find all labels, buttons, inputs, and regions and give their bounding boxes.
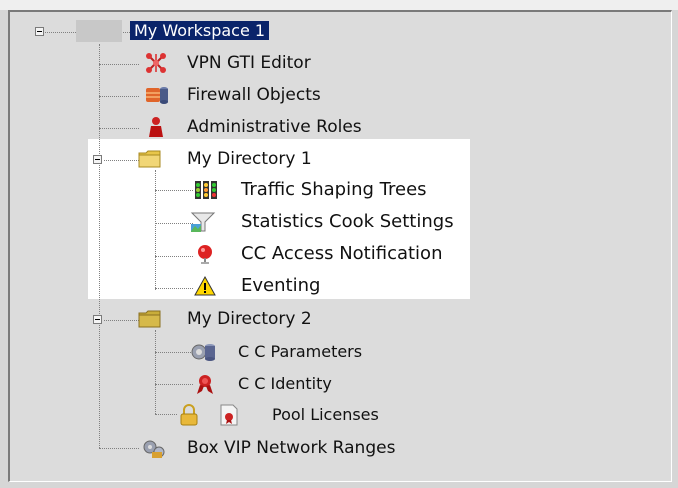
funnel-icon — [190, 211, 216, 233]
tree-item-vpn-gti-editor[interactable]: VPN GTI Editor — [187, 52, 311, 74]
firewall-objects-icon — [145, 84, 168, 106]
tree-item-cc-parameters[interactable]: C C Parameters — [238, 341, 362, 363]
tree-connector-line — [155, 330, 156, 414]
tree-item-cc-identity[interactable]: C C Identity — [238, 373, 332, 395]
traffic-light-icon — [194, 179, 217, 201]
tree-connector-line — [155, 288, 193, 289]
tree-item-statistics-cook-settings[interactable]: Statistics Cook Settings — [241, 211, 454, 233]
tree-item-my-directory-1[interactable]: My Directory 1 — [187, 148, 312, 170]
tree-connector-line — [155, 190, 193, 191]
tree-connector-line — [99, 128, 139, 129]
tree-connector-line — [155, 384, 193, 385]
tree-connector-line — [155, 256, 193, 257]
vpn-editor-icon — [145, 52, 167, 74]
license-icon — [218, 404, 240, 426]
tree-expander-directory-2[interactable] — [93, 315, 102, 324]
tree-item-firewall-objects[interactable]: Firewall Objects — [187, 84, 321, 106]
tree-connector-line — [104, 320, 139, 321]
tree-item-cc-access-notification[interactable]: CC Access Notification — [241, 243, 442, 265]
tree-connector-line — [155, 223, 193, 224]
tree-item-pool-licenses[interactable]: Pool Licenses — [272, 404, 379, 426]
folder-icon — [138, 148, 161, 170]
tree-connector-line — [155, 352, 193, 353]
tree-expander-directory-1[interactable] — [93, 155, 102, 164]
tree-connector-line — [99, 96, 139, 97]
admin-roles-icon — [145, 116, 167, 138]
warning-icon — [194, 275, 216, 297]
notification-icon — [194, 243, 216, 265]
folder-icon — [138, 308, 161, 330]
window-top-strip — [0, 0, 678, 10]
tree-item-my-directory-2[interactable]: My Directory 2 — [187, 308, 312, 330]
tree-connector-line — [155, 414, 177, 415]
workspace-icon — [76, 20, 122, 42]
tree-item-administrative-roles[interactable]: Administrative Roles — [187, 116, 362, 138]
tree-root-label: My Workspace 1 — [130, 21, 270, 40]
tree-item-eventing[interactable]: Eventing — [241, 275, 320, 297]
tree-expander-root[interactable] — [35, 27, 44, 36]
tree-item-box-vip-network-ranges[interactable]: Box VIP Network Ranges — [187, 437, 395, 459]
tree-connector-line — [104, 160, 139, 161]
tree-connector-line — [99, 64, 139, 65]
tree-connector-line — [155, 170, 156, 290]
tree-item-traffic-shaping-trees[interactable]: Traffic Shaping Trees — [241, 179, 427, 201]
parameters-icon — [190, 341, 216, 363]
tree-connector-line — [99, 44, 100, 448]
tree-root[interactable]: My Workspace 1 — [130, 20, 270, 42]
identity-ribbon-icon — [194, 373, 216, 395]
lock-icon — [178, 404, 200, 426]
tree-connector-line — [99, 448, 139, 449]
network-ranges-icon — [140, 437, 166, 459]
